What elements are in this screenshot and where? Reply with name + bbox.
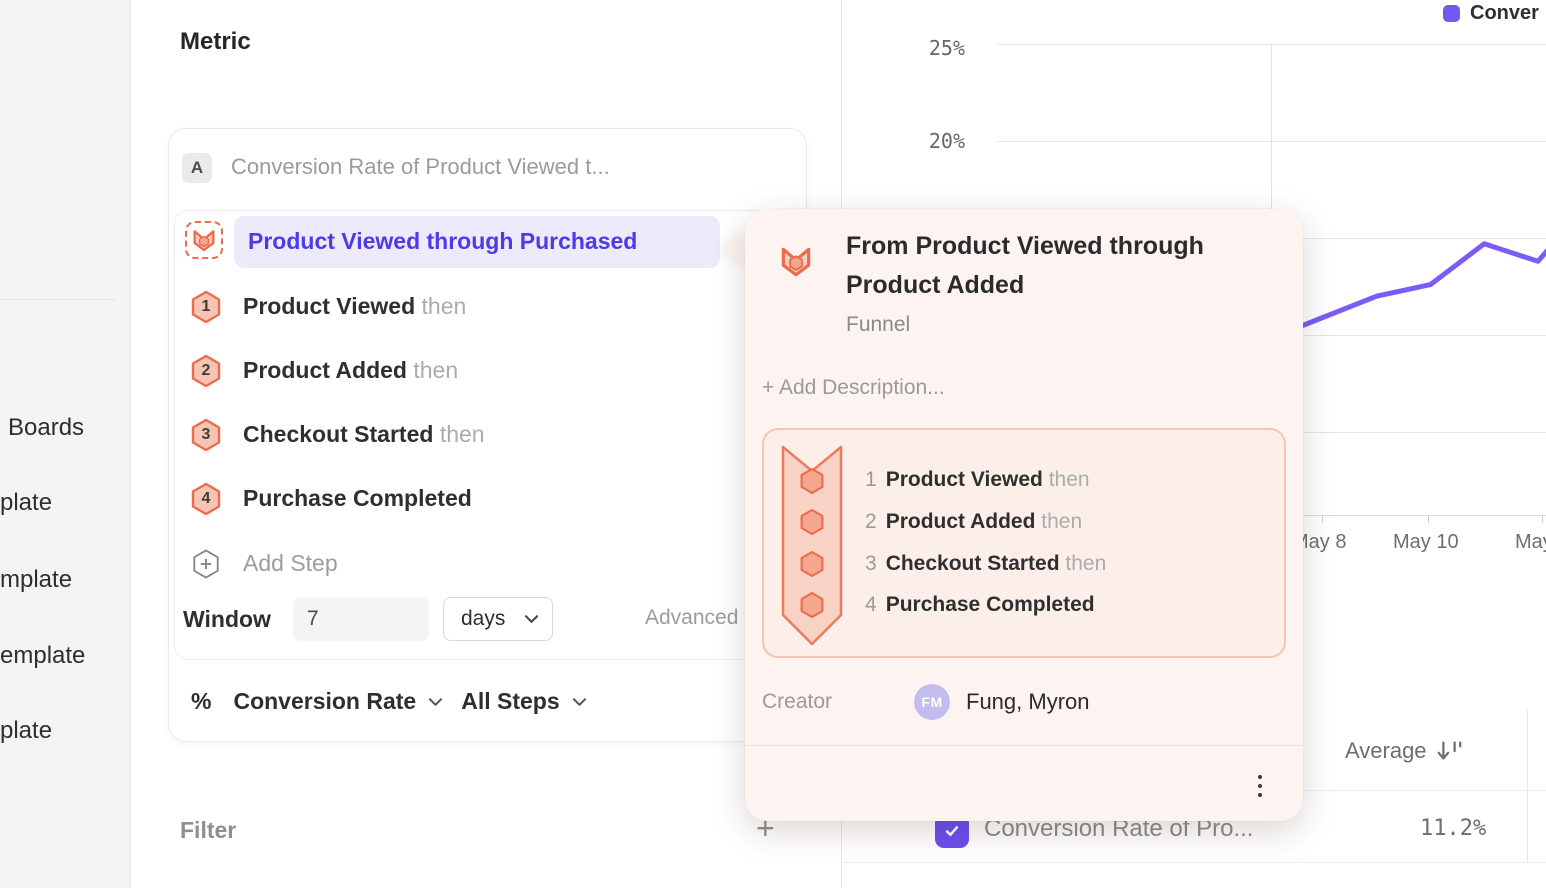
creator-label: Creator — [762, 690, 832, 714]
step-name[interactable]: Product Viewed — [243, 293, 415, 319]
sidebar-item-boards[interactable]: Boards — [8, 413, 84, 443]
chevron-down-icon[interactable] — [572, 697, 587, 707]
selected-event-label[interactable]: Product Viewed through Purchased — [248, 228, 637, 255]
sidebar-item-template-4[interactable]: plate — [0, 716, 52, 746]
creator-name: Fung, Myron — [966, 689, 1090, 715]
series-title[interactable]: Conversion Rate of Product Viewed t... — [231, 154, 610, 180]
step-row-2[interactable]: Product Added then — [243, 357, 458, 384]
average-column-header[interactable]: Average — [1345, 738, 1463, 764]
measure-scope-dropdown[interactable]: All Steps — [461, 688, 559, 715]
add-step-icon[interactable] — [191, 548, 221, 585]
sidebar-item-template-3[interactable]: emplate — [0, 641, 85, 671]
step-number: 4 — [190, 482, 222, 516]
popover-step-number: 3 — [865, 552, 877, 575]
popover-step-name: Product Added — [886, 510, 1036, 533]
step-name[interactable]: Purchase Completed — [243, 485, 472, 511]
step-number: 2 — [190, 354, 222, 388]
more-options-kebab-icon[interactable] — [1248, 768, 1272, 804]
popover-step-number: 1 — [865, 468, 877, 491]
advanced-link[interactable]: Advanced — [645, 606, 738, 630]
step-row-3[interactable]: Checkout Started then — [243, 421, 485, 448]
popover-step-number: 2 — [865, 510, 877, 533]
left-sidebar — [0, 0, 131, 888]
funnel-metric-icon[interactable] — [185, 221, 223, 259]
step-number: 1 — [190, 290, 222, 324]
step-name[interactable]: Checkout Started — [243, 421, 433, 447]
measure-type-dropdown[interactable]: Conversion Rate — [233, 688, 416, 715]
table-row-average-value: 11.2% — [1420, 816, 1486, 841]
sort-descending-icon[interactable] — [1435, 738, 1463, 764]
funnel-icon — [190, 226, 218, 254]
window-value-input[interactable]: 7 — [293, 597, 429, 641]
step-badge-4: 4 — [190, 482, 222, 521]
funnel-ribbon-icon — [778, 443, 846, 653]
line-series — [1269, 199, 1546, 339]
popover-step-number: 4 — [865, 593, 877, 616]
step-badge-2: 2 — [190, 354, 222, 393]
popover-step-then: then — [1041, 510, 1082, 533]
step-number: 3 — [190, 418, 222, 452]
popover-step-name: Purchase Completed — [886, 593, 1095, 616]
y-tick-20: 20% — [920, 129, 965, 153]
metric-section-heading: Metric — [180, 28, 251, 56]
popover-step-2: 2 Product Added then — [865, 510, 1082, 534]
window-unit-value: days — [461, 607, 505, 631]
popover-subtitle: Funnel — [846, 313, 910, 337]
popover-step-3: 3 Checkout Started then — [865, 552, 1106, 576]
sidebar-divider — [0, 299, 115, 300]
popover-step-name: Checkout Started — [886, 552, 1060, 575]
sidebar-item-template-2[interactable]: mplate — [0, 565, 72, 595]
popover-title: From Product Viewed through Product Adde… — [846, 227, 1226, 305]
add-step-button[interactable]: Add Step — [243, 550, 338, 577]
average-header-label: Average — [1345, 738, 1427, 764]
step-name[interactable]: Product Added — [243, 357, 407, 383]
popover-step-1: 1 Product Viewed then — [865, 468, 1090, 492]
step-row-4[interactable]: Purchase Completed — [243, 485, 472, 512]
step-badge-1: 1 — [190, 290, 222, 329]
measure-row: % Conversion Rate All Steps — [191, 688, 587, 715]
step-badge-3: 3 — [190, 418, 222, 457]
popover-footer-divider — [745, 745, 1303, 746]
app-canvas: Boards plate mplate emplate plate Metric… — [0, 0, 1546, 888]
step-then: then — [440, 421, 485, 447]
table-column-divider — [1527, 710, 1528, 862]
step-row-1[interactable]: Product Viewed then — [243, 293, 466, 320]
window-label: Window — [183, 606, 271, 633]
table-row-border — [843, 862, 1546, 863]
check-icon — [942, 821, 962, 841]
popover-funnel-icon — [777, 242, 815, 285]
sidebar-item-template-1[interactable]: plate — [0, 488, 52, 518]
creator-avatar: FM — [914, 684, 950, 720]
popover-step-then: then — [1049, 468, 1090, 491]
step-then: then — [413, 357, 458, 383]
step-then: then — [422, 293, 467, 319]
window-unit-select[interactable]: days — [443, 597, 553, 641]
popover-step-name: Product Viewed — [886, 468, 1043, 491]
chevron-down-icon — [524, 614, 539, 624]
add-description-link[interactable]: + Add Description... — [762, 376, 945, 400]
filter-section-heading: Filter — [180, 817, 236, 844]
popover-step-4: 4 Purchase Completed — [865, 593, 1095, 617]
series-a-badge: A — [182, 153, 212, 183]
percent-symbol: % — [191, 688, 211, 715]
y-tick-25: 25% — [920, 36, 965, 60]
chevron-down-icon[interactable] — [428, 697, 443, 707]
popover-step-then: then — [1065, 552, 1106, 575]
